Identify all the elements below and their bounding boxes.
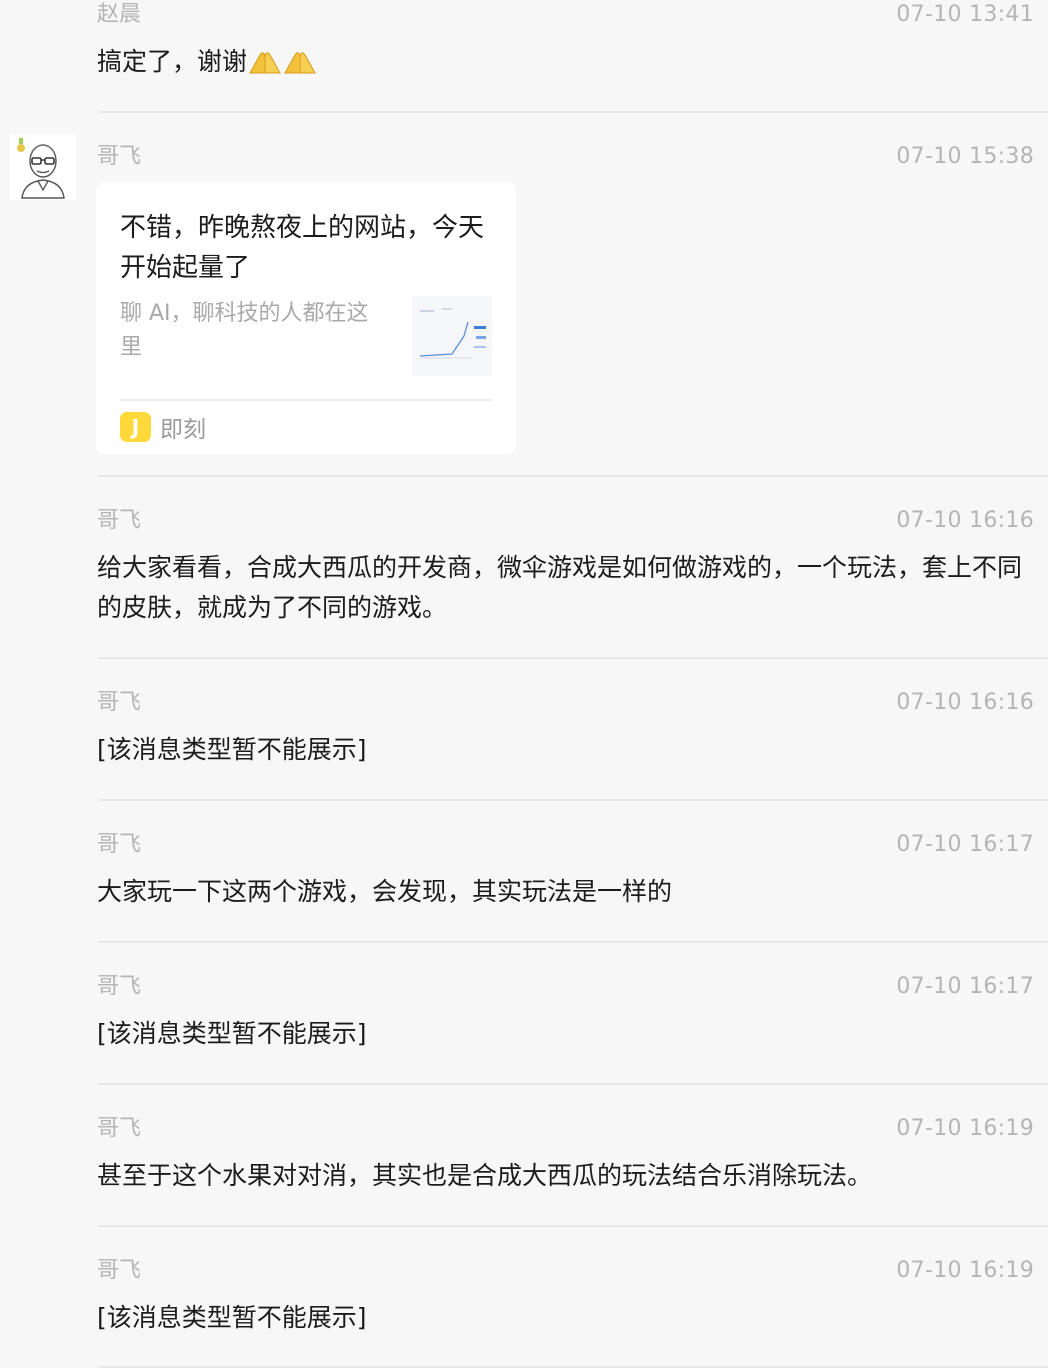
message-divider (98, 475, 1048, 477)
message-timestamp: 07-10 13:41 (896, 2, 1034, 27)
sender-name[interactable]: 哥飞 (97, 142, 141, 172)
message-timestamp: 07-10 16:19 (896, 1116, 1034, 1141)
link-card-thumbnail (412, 296, 492, 376)
sender-name[interactable]: 哥飞 (97, 830, 141, 860)
message-text[interactable]: 给大家看看，合成大西瓜的开发商，微伞游戏是如何做游戏的，一个玩法，套上不同的皮肤… (97, 548, 1027, 628)
message-text[interactable]: [该消息类型暂不能展示] (97, 1014, 1027, 1054)
pray-hands-icon (249, 52, 281, 74)
message-text[interactable]: 搞定了，谢谢 (97, 42, 1027, 82)
message-timestamp: 07-10 16:17 (896, 974, 1034, 999)
message-text[interactable]: 甚至于这个水果对对消，其实也是合成大西瓜的玩法结合乐消除玩法。 (97, 1156, 1027, 1196)
message-divider (98, 1225, 1048, 1227)
link-card-separator (120, 399, 492, 401)
message-timestamp: 07-10 16:16 (896, 690, 1034, 715)
sender-name[interactable]: 赵晨 (97, 0, 141, 30)
message-timestamp: 07-10 15:38 (896, 144, 1034, 169)
link-card-title: 不错，昨晚熬夜上的网站，今天开始起量了 (120, 213, 485, 283)
message-timestamp: 07-10 16:17 (896, 832, 1034, 857)
message-divider (98, 799, 1048, 801)
chart-thumbnail-icon (412, 296, 492, 376)
avatar[interactable] (10, 134, 76, 200)
sender-name[interactable]: 哥飞 (97, 972, 141, 1002)
link-card-source-name: 即刻 (160, 417, 206, 443)
sender-name[interactable]: 哥飞 (97, 1114, 141, 1144)
message-text[interactable]: 大家玩一下这两个游戏，会发现，其实玩法是一样的 (97, 872, 1027, 912)
message-divider (98, 657, 1048, 659)
message-text-content: 搞定了，谢谢 (97, 47, 248, 76)
message-divider (98, 1083, 1048, 1085)
message-text[interactable]: [该消息类型暂不能展示] (97, 1298, 1027, 1338)
jike-logo-icon: J (120, 412, 151, 442)
message-divider (98, 111, 1048, 113)
link-card-description: 聊 AI，聊科技的人都在这里 (120, 301, 369, 360)
link-card-source: J 即刻 (120, 411, 206, 443)
user-avatar-icon (10, 134, 76, 200)
pray-hands-icon (284, 52, 316, 74)
sender-name[interactable]: 哥飞 (97, 1256, 141, 1286)
message-text[interactable]: [该消息类型暂不能展示] (97, 730, 1027, 770)
sender-name[interactable]: 哥飞 (97, 506, 141, 536)
link-card[interactable]: 不错，昨晚熬夜上的网站，今天开始起量了 聊 AI，聊科技的人都在这里 J 即刻 (96, 182, 516, 454)
sender-name[interactable]: 哥飞 (97, 688, 141, 718)
message-timestamp: 07-10 16:16 (896, 508, 1034, 533)
message-divider (98, 941, 1048, 943)
message-timestamp: 07-10 16:19 (896, 1258, 1034, 1283)
chat-message-list[interactable]: 赵晨 07-10 13:41 搞定了，谢谢 哥飞 07-10 15:38 不错，… (0, 0, 1048, 1368)
